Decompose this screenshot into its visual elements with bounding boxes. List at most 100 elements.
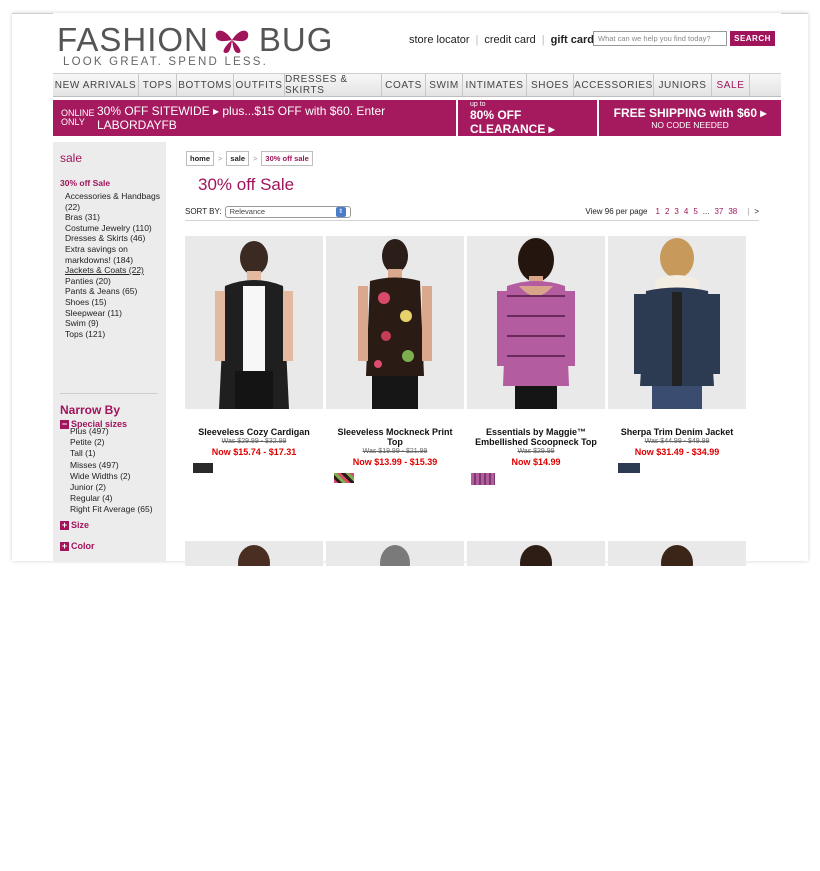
store-locator-link[interactable]: store locator [409,34,470,46]
product-image[interactable] [467,541,605,581]
product-image[interactable] [608,236,746,409]
product-grid: Sleeveless Cozy Cardigan Was $29.99 - $3… [185,236,765,566]
category-item[interactable]: Sleepwear (11) [65,308,166,319]
sidebar-current-category[interactable]: 30% off Sale [60,178,166,188]
category-item[interactable]: Shoes (15) [65,297,166,308]
size-filter-item[interactable]: Tall (1) [70,448,153,459]
color-swatch[interactable] [471,473,495,485]
nav-sale[interactable]: SALE [712,74,750,96]
credit-card-link[interactable]: credit card [484,34,535,46]
brand-name-left: FASHION [57,21,209,58]
nav-outfits[interactable]: OUTFITS [234,74,285,96]
main-nav: NEW ARRIVALS TOPS BOTTOMS OUTFITS DRESSE… [53,73,781,97]
nav-intimates[interactable]: INTIMATES [463,74,527,96]
nav-bottoms[interactable]: BOTTOMS [177,74,234,96]
color-swatch[interactable] [193,463,213,473]
product-card [608,541,746,871]
size-label: Size [71,520,90,530]
pagination-separator: | [747,207,750,216]
nav-dresses-skirts[interactable]: DRESSES & SKIRTS [285,74,382,96]
category-item[interactable]: Pants & Jeans (65) [65,286,166,297]
category-item[interactable]: Costume Jewelry (110) [65,223,166,234]
promo-free-shipping[interactable]: FREE SHIPPING with $60 ▸ NO CODE NEEDED [599,100,781,136]
product-image[interactable] [185,541,323,581]
page-link[interactable]: 37 [714,207,723,216]
main-content: home > sale > 30% off sale 30% off Sale … [173,142,781,581]
size-filter-item[interactable]: Wide Widths (2) [70,471,153,482]
nav-coats[interactable]: COATS [382,74,426,96]
page-link[interactable]: 1 [656,207,660,216]
fashion-bug-logo[interactable]: FASHION BUG LOOK GREAT. SPEND LESS. [57,23,333,71]
nav-swim[interactable]: SWIM [426,74,463,96]
color-label: Color [71,541,95,551]
size-filter-item[interactable]: Petite (2) [70,437,153,448]
breadcrumb-arrow: > [253,154,258,163]
category-item[interactable]: Tops (121) [65,329,166,340]
view-per-page-link[interactable]: View 96 per page [585,207,647,216]
link-separator: | [541,34,545,46]
page: FASHION BUG LOOK GREAT. SPEND LESS. stor… [53,13,781,581]
breadcrumb-current: 30% off sale [261,151,313,166]
category-item[interactable]: Panties (20) [65,276,166,287]
product-grid-row-2 [185,541,765,871]
product-was-price: Was $29.99 [517,448,555,455]
product-image[interactable] [467,236,605,409]
product-name[interactable]: Sleeveless Cozy Cardigan [185,427,323,437]
category-item[interactable]: Accessories & Handbags (22) [65,191,166,212]
sidebar-divider [60,393,158,394]
product-image[interactable] [326,236,464,409]
page-link[interactable]: 2 [665,207,669,216]
page-link[interactable]: 3 [674,207,678,216]
sort-select[interactable]: Relevance ⇕ [224,205,351,218]
sidebar-title[interactable]: sale [53,142,166,165]
collapse-icon: − [60,418,69,429]
size-filter-item[interactable]: Regular (4) [70,493,153,504]
color-toggle[interactable]: + Color [60,541,95,551]
nav-shoes[interactable]: SHOES [527,74,574,96]
product-image[interactable] [185,236,323,409]
next-page-button[interactable]: > [754,207,759,216]
product-image[interactable] [608,541,746,581]
product-card: Essentials by Maggie™ Embellished Scoopn… [467,236,605,566]
category-item[interactable]: Jackets & Coats (22) [65,265,166,276]
page-link[interactable]: 38 [728,207,737,216]
nav-new-arrivals[interactable]: NEW ARRIVALS [53,74,139,96]
breadcrumb-home[interactable]: home [186,151,215,166]
color-swatch[interactable] [618,463,640,473]
product-image[interactable] [326,541,464,581]
no-code-needed-text: NO CODE NEEDED [651,120,729,130]
free-shipping-text: FREE SHIPPING with $60 ▸ [613,106,767,120]
size-filter-list: Plus (497) Petite (2) Tall (1) Misses (4… [70,426,153,516]
size-filter-item[interactable]: Misses (497) [70,460,153,471]
product-was-price: Was $44.99 - $49.99 [644,438,710,445]
size-toggle[interactable]: + Size [60,520,89,530]
product-name[interactable]: Sleeveless Mockneck Print Top [326,427,464,447]
page-link[interactable]: 4 [684,207,688,216]
page-link[interactable]: 5 [693,207,697,216]
size-filter-item[interactable]: Junior (2) [70,482,153,493]
promo-clearance[interactable]: up to 80% OFF CLEARANCE ▸ [458,100,599,136]
nav-tops[interactable]: TOPS [139,74,177,96]
promo-sitewide[interactable]: ONLINE ONLY 30% OFF SITEWIDE ▸ plus...$1… [53,100,458,136]
category-item[interactable]: Extra savings on markdowns! (184) [65,244,166,265]
product-card: Sleeveless Cozy Cardigan Was $29.99 - $3… [185,236,323,566]
category-item[interactable]: Dresses & Skirts (46) [65,233,166,244]
product-was-price: Was $19.99 - $21.99 [362,448,428,455]
nav-accessories[interactable]: ACCESSORIES [574,74,654,96]
online-only-label: ONLINE ONLY [61,108,95,127]
sidebar: sale 30% off Sale Accessories & Handbags… [53,142,166,562]
color-swatch[interactable] [334,473,354,483]
product-card [326,541,464,871]
product-name[interactable]: Sherpa Trim Denim Jacket [608,427,746,437]
search-button[interactable]: SEARCH [730,31,775,46]
product-name[interactable]: Essentials by Maggie™ Embellished Scoopn… [467,427,605,447]
size-filter-item[interactable]: Right Fit Average (65) [70,504,153,515]
breadcrumb-sale[interactable]: sale [226,151,250,166]
category-item[interactable]: Bras (31) [65,212,166,223]
search-input[interactable]: What can we help you find today? [593,31,727,46]
size-filter-item[interactable]: Plus (497) [70,426,153,437]
clearance-text: 80% OFF CLEARANCE ▸ [470,107,555,136]
nav-juniors[interactable]: JUNIORS [654,74,712,96]
narrow-by-heading: Narrow By [60,403,121,417]
category-item[interactable]: Swim (9) [65,318,166,329]
